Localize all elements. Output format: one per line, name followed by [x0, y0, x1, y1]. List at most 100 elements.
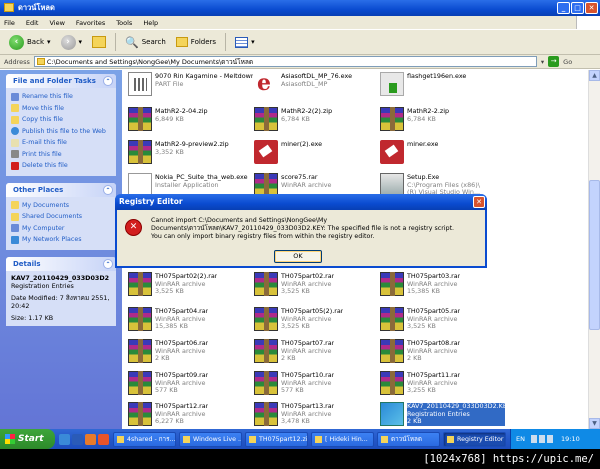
file-item[interactable]: MathR2-2-04.zip 6,849 KB	[128, 107, 253, 135]
file-item[interactable]: TH075part09.rar WinRAR archive 577 KB	[128, 371, 253, 399]
task-move[interactable]: Move this file	[11, 103, 111, 115]
file-type: 3,352 KB	[155, 147, 184, 156]
views-button[interactable]: ▾	[232, 32, 258, 52]
collapse-icon[interactable]: ⌃	[103, 76, 113, 86]
file-size: 577 KB	[281, 386, 304, 395]
forward-button[interactable]: › ▾	[58, 32, 86, 52]
language-indicator[interactable]: EN	[516, 435, 525, 443]
place-my-documents[interactable]: My Documents	[11, 200, 111, 212]
folder-icon	[36, 58, 45, 65]
file-item[interactable]: TH075part10.rar WinRAR archive 577 KB	[254, 371, 379, 399]
rar-file-icon	[254, 272, 278, 296]
folders-button[interactable]: Folders	[173, 32, 219, 52]
file-item[interactable]: AsiasoftDL_MP_76.exeAsiasoftDL_MP	[254, 70, 379, 100]
scroll-thumb[interactable]	[589, 180, 600, 330]
file-item[interactable]: MathR2-2(2).zip 6,784 KB	[254, 107, 379, 135]
windows-logo-icon	[576, 16, 600, 29]
task-windows-live[interactable]: Windows Live ...	[179, 431, 242, 447]
search-button[interactable]: 🔍 Search	[122, 32, 169, 52]
file-name: miner.exe	[407, 140, 439, 148]
file-item[interactable]: TH075part04.rar WinRAR archive 15,385 KB	[128, 307, 253, 335]
go-button[interactable]: Go	[563, 58, 572, 66]
file-item[interactable]: TH075part07.rar WinRAR archive 2 KB	[254, 339, 379, 367]
file-item[interactable]: MathR2-2.zip 6,784 KB	[380, 107, 505, 135]
back-button[interactable]: ‹ Back ▾	[6, 32, 54, 52]
place-shared-documents[interactable]: Shared Documents	[11, 211, 111, 223]
collapse-icon[interactable]: ⌃	[103, 258, 113, 269]
file-item[interactable]: miner.exe	[380, 140, 505, 168]
task-4shared[interactable]: 4shared - การ...	[113, 431, 176, 447]
media-icon[interactable]	[85, 433, 96, 445]
menu-file[interactable]: File	[4, 19, 15, 27]
file-item[interactable]: TH075part13.rar WinRAR archive 3,478 KB	[254, 402, 379, 429]
file-size: 15,385 KB	[155, 322, 188, 331]
file-type: 6,784 KB	[407, 114, 436, 123]
menu-tools[interactable]: Tools	[116, 19, 132, 27]
file-item[interactable]: TH075part02.rar WinRAR archive 3,525 KB	[254, 272, 379, 300]
collapse-icon[interactable]: ⌃	[103, 184, 113, 195]
file-item[interactable]: TH075part11.rar WinRAR archive 3,255 KB	[380, 371, 505, 399]
menu-view[interactable]: View	[49, 19, 64, 27]
place-my-computer[interactable]: My Computer	[11, 223, 111, 235]
task-copy[interactable]: Copy this file	[11, 114, 111, 126]
file-item[interactable]: 9070 Rin Kagamine - Meltdown.osz.partPAR…	[128, 72, 253, 100]
file-item[interactable]: TH075part06.rar WinRAR archive 2 KB	[128, 339, 253, 367]
task-th075part12[interactable]: TH075part12.zip	[245, 431, 308, 447]
address-label: Address	[4, 57, 30, 66]
task-publish[interactable]: Publish this file to the Web	[11, 126, 111, 138]
start-button[interactable]: Start	[0, 429, 55, 449]
address-input[interactable]: C:\Documents and Settings\NongGee\My Doc…	[33, 56, 537, 67]
scroll-down-icon[interactable]: ▼	[589, 418, 600, 429]
scroll-up-icon[interactable]: ▲	[589, 70, 600, 81]
task-email[interactable]: E-mail this file	[11, 137, 111, 149]
place-my-network[interactable]: My Network Places	[11, 234, 111, 246]
task-delete[interactable]: Delete this file	[11, 160, 111, 172]
vertical-scrollbar[interactable]: ▲ ▼	[588, 70, 600, 429]
file-item[interactable]: flashget196en.exe	[380, 72, 505, 100]
details-panel: Details ⌃ KAV7_20110429_033D03D2 Registr…	[6, 256, 116, 326]
file-item[interactable]: TH075part05(2).rar WinRAR archive 3,525 KB	[254, 307, 379, 335]
file-size: 3,525 KB	[155, 287, 184, 296]
rar-file-icon	[128, 107, 152, 131]
file-item[interactable]: TH075part03.rar WinRAR archive 15,385 KB	[380, 272, 505, 300]
up-folder-button[interactable]	[89, 32, 109, 52]
task-rename[interactable]: Rename this file	[11, 91, 111, 103]
back-arrow-icon: ‹	[9, 34, 24, 50]
dialog-titlebar[interactable]: Registry Editor ✕	[115, 194, 487, 210]
file-folder-tasks-header[interactable]: File and Folder Tasks ⌃	[6, 74, 116, 88]
file-type: AsiasoftDL_MP	[281, 79, 328, 88]
task-registry-editor[interactable]: Registry Editor	[443, 431, 506, 447]
other-places-header[interactable]: Other Places ⌃	[6, 182, 116, 197]
file-type: 6,849 KB	[155, 114, 184, 123]
tray-icons[interactable]	[530, 435, 555, 443]
minimize-button[interactable]: _	[557, 2, 570, 14]
task-hideki[interactable]: [ Hideki Hin...	[311, 431, 374, 447]
file-item[interactable]: miner(2).exe	[254, 140, 379, 168]
window-titlebar[interactable]: ดาวน์โหลด _ □ ✕	[0, 0, 600, 16]
ok-button[interactable]: OK	[274, 250, 322, 263]
file-item[interactable]: TH075part02(2).rar WinRAR archive 3,525 KB	[128, 272, 253, 300]
menu-edit[interactable]: Edit	[26, 19, 39, 27]
task-downloads[interactable]: ดาวน์โหลด	[377, 431, 440, 447]
file-item[interactable]: TH075part12.rar WinRAR archive 6,227 KB	[128, 402, 253, 429]
file-item-selected[interactable]: KAV7_20110429_033D03D2.KEY Registration E…	[380, 402, 505, 429]
task-print[interactable]: Print this file	[11, 149, 111, 161]
file-item[interactable]: MathR2-9-preview2.zip 3,352 KB	[128, 140, 253, 168]
file-item[interactable]: TH075part08.rar WinRAR archive 2 KB	[380, 339, 505, 367]
address-dropdown-icon[interactable]: ▾	[541, 58, 544, 66]
menu-favorites[interactable]: Favorites	[76, 19, 105, 27]
file-item[interactable]: TH075part05.rar WinRAR archive 3,525 KB	[380, 307, 505, 335]
details-header[interactable]: Details ⌃	[6, 256, 116, 271]
dialog-close-button[interactable]: ✕	[473, 196, 485, 208]
menu-bar: File Edit View Favorites Tools Help	[0, 16, 600, 29]
file-name: miner(2).exe	[281, 140, 323, 148]
go-arrow-icon[interactable]: →	[548, 56, 560, 67]
word-icon[interactable]	[72, 433, 83, 445]
menu-help[interactable]: Help	[143, 19, 158, 27]
dialog-message: Cannot import C:\Documents and Settings\…	[151, 217, 483, 240]
firefox-icon[interactable]	[98, 433, 109, 445]
ie-icon[interactable]	[59, 433, 70, 445]
maximize-button[interactable]: □	[571, 2, 584, 14]
close-button[interactable]: ✕	[585, 2, 598, 14]
up-folder-icon	[92, 36, 107, 48]
